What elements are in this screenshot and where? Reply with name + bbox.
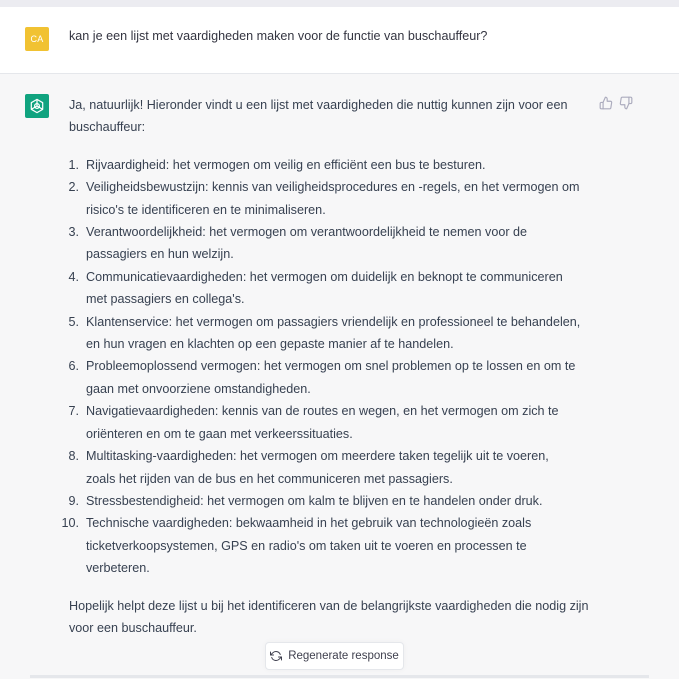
list-item: 2. Veiligheidsbewustzijn: kennis van veil… <box>68 180 580 217</box>
list-item: 6. Probleemoplossend vermogen: het vermog… <box>68 359 576 396</box>
list-item: 3. Verantwoordelijkheid: het vermogen om … <box>68 225 528 262</box>
assistant-intro: Ja, natuurlijk! Hieronder vindt u een li… <box>69 98 568 135</box>
regenerate-label: Regenerate response <box>288 650 399 662</box>
user-message-row: CA kan je een lijst met vaardigheden mak… <box>0 7 679 74</box>
skills-list: 1. Rijvaardigheid: het vermogen om veilig… <box>61 154 599 580</box>
list-item: 4. Communicatievaardigheden: het vermogen… <box>68 269 563 307</box>
list-item: 9. Stressbestendigheid: het vermogen om k… <box>68 493 543 508</box>
list-item: 7. Navigatievaardigheden: kennis van de r… <box>68 404 559 441</box>
thumbs-down-icon[interactable] <box>619 96 633 110</box>
regenerate-response-button[interactable]: Regenerate response <box>265 642 404 670</box>
assistant-outro: Hopelijk helpt deze lijst u bij het iden… <box>69 598 589 635</box>
input-area-edge <box>30 675 649 678</box>
list-item: 8. Multitasking-vaardigheden: het vermoge… <box>68 449 549 486</box>
list-item: 10. Technische vaardigheden: bekwaamheid … <box>61 516 532 576</box>
top-strip <box>0 0 679 7</box>
assistant-avatar <box>25 94 49 118</box>
assistant-message-content: Ja, natuurlijk! Hieronder vindt u een li… <box>61 94 599 639</box>
list-item: 5. Klantenservice: het vermogen om passag… <box>68 314 581 352</box>
refresh-icon <box>270 650 283 662</box>
thumbs-up-icon[interactable] <box>599 96 613 110</box>
feedback-buttons <box>599 96 633 110</box>
user-avatar: CA <box>25 27 49 51</box>
assistant-message-row: Ja, natuurlijk! Hieronder vindt u een li… <box>0 74 679 679</box>
openai-logo-icon <box>30 98 44 114</box>
list-item: 1. Rijvaardigheid: het vermogen om veilig… <box>68 157 486 172</box>
user-message-text: kan je een lijst met vaardigheden maken … <box>69 29 488 43</box>
